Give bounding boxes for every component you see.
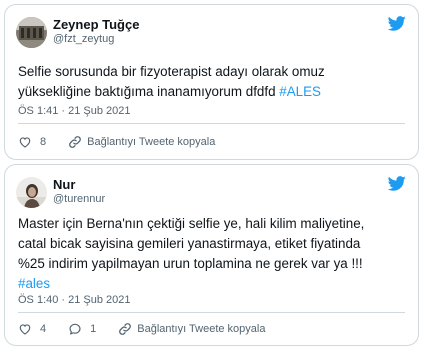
divider [18, 123, 405, 124]
tweet-text-line: yüksekliğine baktığıma inanamıyorum dfdf… [18, 82, 410, 102]
author-handle[interactable]: @turennur [53, 193, 105, 205]
copy-link-button[interactable]: Bağlantıyı Tweete kopyala [68, 135, 215, 149]
author-name[interactable]: Nur [53, 177, 75, 192]
tweet-card[interactable]: Zeynep Tuğçe @fzt_zeytug Selfie sorusund… [4, 4, 419, 160]
tweet-timestamp[interactable]: ÖS 1:40 · 21 Şub 2021 [18, 294, 131, 306]
copy-link-label: Bağlantıyı Tweete kopyala [87, 136, 216, 148]
twitter-bird-icon[interactable] [388, 176, 406, 191]
divider [18, 312, 405, 313]
tweet-text: Master için Berna'nın çektiği selfie ye,… [18, 214, 410, 294]
tweet-text-fragment: yüksekliğine baktığıma inanamıyorum dfdf… [18, 84, 280, 99]
heart-icon [19, 137, 31, 148]
hashtag-link[interactable]: #ALES [279, 84, 321, 99]
like-count: 4 [40, 323, 47, 335]
tweet-text-line: Selfie sorusunda bir fizyoterapist adayı… [18, 64, 325, 79]
tweet-timestamp[interactable]: ÖS 1:41 · 21 Şub 2021 [18, 105, 131, 117]
tweet-card[interactable]: Nur @turennur Master için Berna'nın çekt… [4, 164, 419, 346]
copy-link-button[interactable]: Bağlantıyı Tweete kopyala [118, 322, 265, 336]
reply-button[interactable]: 1 [68, 322, 96, 336]
twitter-bird-icon[interactable] [388, 16, 406, 31]
like-count: 8 [40, 136, 47, 148]
tweet-text-line: Master için Berna'nın çektiği selfie ye,… [18, 216, 365, 231]
like-button[interactable]: 4 [18, 322, 46, 336]
author-name[interactable]: Zeynep Tuğçe [53, 17, 139, 32]
tweet-actions: 4 1 Bağlantıyı Tweete kopyala [18, 321, 287, 337]
tweet-text-line: catal bicak sayisina gemileri yanastirma… [18, 236, 361, 251]
author-handle[interactable]: @fzt_zeytug [53, 33, 114, 45]
tweet-actions: 8 Bağlantıyı Tweete kopyala [18, 134, 237, 150]
reply-icon [69, 323, 81, 335]
tweet-text: Selfie sorusunda bir fizyoterapist adayı… [18, 62, 410, 102]
link-icon [119, 323, 132, 335]
avatar[interactable] [16, 17, 47, 48]
copy-link-label: Bağlantıyı Tweete kopyala [137, 323, 266, 335]
hashtag-link[interactable]: #ales [18, 276, 50, 291]
heart-icon [19, 324, 31, 335]
avatar[interactable] [16, 177, 47, 208]
link-icon [69, 136, 82, 148]
like-button[interactable]: 8 [18, 135, 46, 149]
tweet-text-line: %25 indirim yapilmayan urun toplamina ne… [18, 256, 363, 271]
reply-count: 1 [90, 323, 97, 335]
